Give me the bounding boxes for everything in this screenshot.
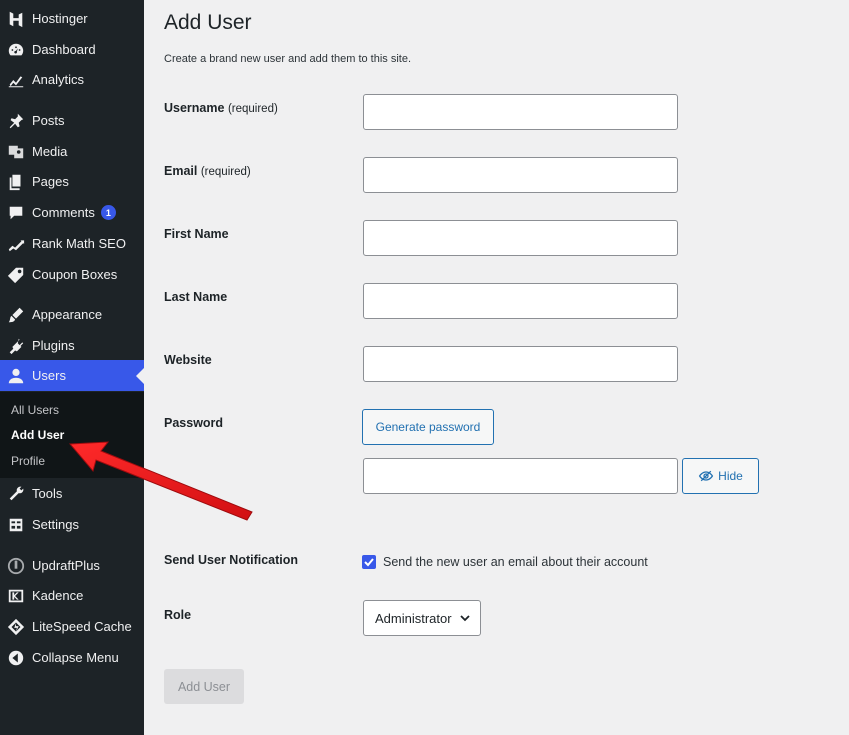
submenu-item-add-user[interactable]: Add User	[11, 428, 64, 442]
comment-count-badge: 1	[100, 205, 116, 220]
sidebar-item-label: Rank Math SEO	[32, 236, 126, 251]
sidebar-item-label: Settings	[32, 517, 79, 532]
rank-math-icon	[6, 234, 26, 254]
sidebar-item-label: LiteSpeed Cache	[32, 619, 132, 634]
sidebar-item-label: Appearance	[32, 307, 103, 322]
sidebar-item-label: Hostinger	[32, 11, 88, 26]
username-input[interactable]	[363, 94, 678, 130]
kadence-icon	[6, 586, 26, 606]
website-input[interactable]	[363, 346, 678, 382]
sidebar-item-media[interactable]: Media	[0, 136, 144, 167]
send-notification-checkbox[interactable]	[362, 555, 376, 569]
notification-checkbox-text[interactable]: Send the new user an email about their a…	[383, 555, 648, 569]
collapse-icon	[6, 648, 26, 668]
sidebar-item-kadence[interactable]: Kadence	[0, 580, 144, 611]
pin-icon	[6, 111, 26, 131]
submenu-item-profile[interactable]: Profile	[11, 454, 45, 468]
hide-password-button[interactable]: Hide	[682, 458, 759, 494]
sidebar-item-users[interactable]: Users	[0, 360, 144, 391]
chevron-down-icon	[460, 615, 470, 622]
password-input[interactable]	[363, 458, 678, 494]
sidebar-item-label: Plugins	[32, 338, 75, 353]
sidebar-item-label: Media	[32, 144, 68, 159]
sidebar-item-litespeed-cache[interactable]: LiteSpeed Cache	[0, 611, 144, 642]
sidebar-item-hostinger[interactable]: Hostinger	[0, 3, 144, 34]
sidebar-item-plugins[interactable]: Plugins	[0, 330, 144, 361]
eye-slash-icon	[699, 470, 714, 482]
users-submenu: All Users Add User Profile	[0, 392, 144, 478]
first-name-input[interactable]	[363, 220, 678, 256]
sidebar-item-settings[interactable]: Settings	[0, 509, 144, 540]
analytics-icon	[6, 70, 26, 90]
sidebar-item-dashboard[interactable]: Dashboard	[0, 34, 144, 65]
email-required-note: (required)	[200, 166, 251, 178]
sidebar-item-label: Analytics	[32, 72, 85, 87]
dashboard-icon	[6, 40, 26, 60]
hostinger-icon	[6, 9, 26, 29]
submenu-item-all-users[interactable]: All Users	[11, 403, 59, 417]
sidebar-item-comments[interactable]: Comments 1	[0, 197, 144, 228]
sidebar-item-label: Kadence	[32, 588, 84, 603]
sidebar-item-pages[interactable]: Pages	[0, 166, 144, 197]
sidebar-item-coupon-boxes[interactable]: Coupon Boxes	[0, 259, 144, 290]
sidebar-item-updraftplus[interactable]: UpdraftPlus	[0, 550, 144, 581]
role-label: Role	[164, 608, 192, 622]
litespeed-icon	[6, 617, 26, 637]
media-icon	[6, 142, 26, 162]
role-selected-value: Administrator	[375, 610, 452, 626]
brush-icon	[6, 305, 26, 325]
comment-icon	[6, 203, 26, 223]
username-label-text: Username	[164, 101, 225, 115]
sidebar-item-posts[interactable]: Posts	[0, 105, 144, 136]
wrench-icon	[6, 484, 26, 504]
plug-icon	[6, 336, 26, 356]
sidebar-item-label: Collapse Menu	[32, 650, 119, 665]
sidebar-item-tools[interactable]: Tools	[0, 478, 144, 509]
sidebar-item-label: Coupon Boxes	[32, 267, 118, 282]
sidebar-item-label: Pages	[32, 174, 69, 189]
sidebar-item-analytics[interactable]: Analytics	[0, 64, 144, 95]
notification-label: Send User Notification	[164, 553, 299, 567]
sidebar-item-label: Users	[32, 368, 66, 383]
role-select[interactable]: Administrator	[363, 600, 481, 636]
add-user-submit-button[interactable]: Add User	[164, 669, 244, 704]
website-label: Website	[164, 353, 212, 367]
collapse-menu-button[interactable]: Collapse Menu	[0, 642, 144, 673]
admin-sidebar: Hostinger Dashboard Analytics Posts Medi…	[0, 0, 144, 735]
password-label: Password	[164, 416, 224, 430]
sidebar-item-label: Comments	[32, 205, 95, 220]
page-title: Add User	[164, 11, 252, 34]
page-description: Create a brand new user and add them to …	[164, 53, 412, 65]
pages-icon	[6, 172, 26, 192]
settings-icon	[6, 515, 26, 535]
username-required-note: (required)	[227, 103, 278, 115]
last-name-input[interactable]	[363, 283, 678, 319]
sidebar-item-label: Posts	[32, 113, 65, 128]
tag-icon	[6, 265, 26, 285]
first-name-label: First Name	[164, 227, 229, 241]
last-name-label: Last Name	[164, 290, 228, 304]
sidebar-item-label: UpdraftPlus	[32, 558, 100, 573]
sidebar-item-appearance[interactable]: Appearance	[0, 299, 144, 330]
sidebar-item-label: Tools	[32, 486, 63, 501]
email-input[interactable]	[363, 157, 678, 193]
email-label: Email (required)	[164, 164, 251, 178]
checkmark-icon	[364, 558, 374, 567]
email-label-text: Email	[164, 164, 198, 178]
sidebar-item-label: Dashboard	[32, 42, 96, 57]
username-label: Username (required)	[164, 101, 278, 115]
hide-button-label: Hide	[718, 469, 743, 483]
user-icon	[6, 366, 26, 386]
sidebar-item-rank-math-seo[interactable]: Rank Math SEO	[0, 228, 144, 259]
generate-password-button[interactable]: Generate password	[362, 409, 494, 445]
updraft-icon	[6, 556, 26, 576]
